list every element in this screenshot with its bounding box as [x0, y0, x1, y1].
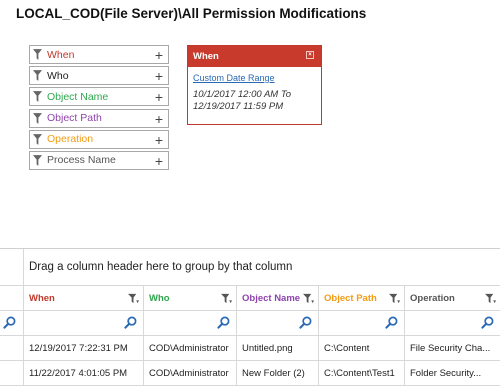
group-bar-gutter	[0, 249, 24, 285]
filter-icon	[33, 91, 42, 103]
column-header-object-name[interactable]: Object Name	[237, 286, 319, 310]
page-title: LOCAL_COD(File Server)\All Permission Mo…	[16, 6, 367, 21]
add-filter-icon[interactable]: +	[155, 111, 163, 127]
column-header-who[interactable]: Who	[144, 286, 237, 310]
date-range-text: 10/1/2017 12:00 AM To 12/19/2017 11:59 P…	[193, 89, 321, 113]
filter-label: Process Name	[47, 154, 116, 167]
search-icon[interactable]	[385, 316, 398, 329]
column-header-label: Who	[149, 292, 170, 304]
column-filter-icon[interactable]	[485, 293, 496, 304]
column-header-operation[interactable]: Operation	[405, 286, 500, 310]
row-gutter	[0, 336, 24, 360]
add-filter-icon[interactable]: +	[155, 153, 163, 169]
filter-icon	[33, 133, 42, 145]
filter-item-operation[interactable]: Operation +	[29, 129, 169, 149]
group-hint: Drag a column header here to group by th…	[29, 261, 293, 273]
filter-label: Object Name	[47, 90, 109, 103]
close-icon[interactable]: ×	[306, 51, 314, 59]
filter-cell-who[interactable]	[144, 311, 237, 335]
column-header-label: Object Name	[242, 292, 301, 304]
when-panel-header: When ×	[188, 46, 321, 67]
column-filter-icon[interactable]	[389, 293, 400, 304]
results-grid: When Who Object Name Object Path Operati…	[0, 285, 500, 386]
add-filter-icon[interactable]: +	[155, 89, 163, 105]
row-gutter	[0, 361, 24, 385]
filter-icon	[33, 49, 42, 60]
date-range-end: 12/19/2017 11:59 PM	[193, 101, 284, 112]
cell-operation: Folder Security...	[410, 367, 482, 379]
filter-item-when[interactable]: When +	[29, 45, 169, 64]
when-filter-panel: When × Custom Date Range 10/1/2017 12:00…	[187, 45, 322, 125]
column-header-object-path[interactable]: Object Path	[319, 286, 405, 310]
filter-cell-object-path[interactable]	[319, 311, 405, 335]
search-icon[interactable]	[124, 316, 137, 329]
header-gutter	[0, 286, 24, 310]
filter-cell-object-name[interactable]	[237, 311, 319, 335]
add-filter-icon[interactable]: +	[155, 47, 163, 63]
search-icon[interactable]	[299, 316, 312, 329]
cell-who: COD\Administrator	[144, 336, 237, 360]
column-header-label: When	[29, 292, 55, 304]
cell-operation: File Security Cha...	[410, 342, 491, 354]
filter-item-who[interactable]: Who +	[29, 66, 169, 86]
filter-row	[0, 311, 500, 336]
column-filter-icon[interactable]	[221, 293, 232, 304]
filter-cell-operation[interactable]	[405, 311, 500, 335]
cell-when: 11/22/2017 4:01:05 PM	[24, 361, 144, 385]
group-by-area[interactable]: Drag a column header here to group by th…	[0, 249, 500, 285]
column-header-row: When Who Object Name Object Path Operati…	[0, 285, 500, 311]
date-range-start: 10/1/2017 12:00 AM To	[193, 89, 292, 100]
filter-item-object-name[interactable]: Object Name +	[29, 87, 169, 107]
cell-object-name: New Folder (2)	[237, 361, 319, 385]
add-filter-icon[interactable]: +	[155, 68, 163, 84]
filter-label: Operation	[47, 133, 94, 146]
search-icon[interactable]	[217, 316, 230, 329]
filter-icon	[33, 155, 42, 166]
filter-label: When	[47, 48, 75, 61]
search-icon[interactable]	[481, 316, 494, 329]
table-row[interactable]: 12/19/2017 7:22:31 PM COD\Administrator …	[0, 336, 500, 361]
filter-list: When + Who + Object Name + Object Path +…	[29, 45, 169, 172]
filter-row-gutter	[0, 311, 24, 335]
column-header-label: Object Path	[324, 292, 377, 304]
filter-item-object-path[interactable]: Object Path +	[29, 108, 169, 128]
column-header-label: Operation	[410, 292, 455, 304]
filter-icon	[33, 112, 42, 124]
column-filter-icon[interactable]	[303, 293, 314, 304]
column-filter-icon[interactable]	[128, 293, 139, 304]
filter-label: Who	[47, 69, 69, 82]
when-panel-title: When	[193, 51, 219, 62]
cell-object-path: C:\Content\Test1	[319, 361, 405, 385]
cell-when: 12/19/2017 7:22:31 PM	[24, 336, 144, 360]
filter-label: Object Path	[47, 112, 102, 125]
search-icon[interactable]	[3, 316, 16, 329]
custom-date-range-link[interactable]: Custom Date Range	[193, 73, 321, 83]
filter-item-process-name[interactable]: Process Name +	[29, 150, 169, 170]
filter-cell-when[interactable]	[24, 311, 144, 335]
filter-icon	[33, 70, 42, 82]
table-row[interactable]: 11/22/2017 4:01:05 PM COD\Administrator …	[0, 361, 500, 386]
column-header-when[interactable]: When	[24, 286, 144, 310]
cell-who: COD\Administrator	[144, 361, 237, 385]
cell-object-name: Untitled.png	[237, 336, 319, 360]
add-filter-icon[interactable]: +	[155, 132, 163, 148]
cell-object-path: C:\Content	[319, 336, 405, 360]
